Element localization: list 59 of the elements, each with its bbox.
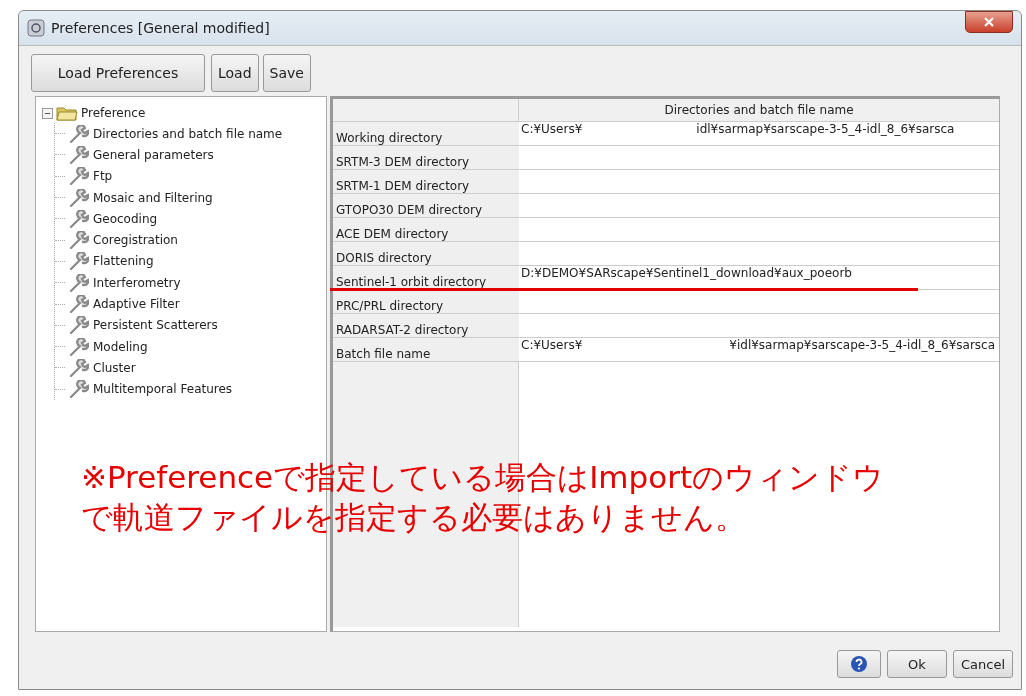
tree-item[interactable]: General parameters bbox=[93, 147, 214, 162]
wrench-icon bbox=[69, 231, 89, 250]
value-cell[interactable]: D:¥DEMO¥SARscape¥Sentinel1_download¥aux_poeorb bbox=[519, 266, 999, 290]
tree-item[interactable]: Multitemporal Features bbox=[93, 382, 233, 397]
wrench-icon bbox=[69, 337, 89, 356]
tree-item[interactable]: Flattening bbox=[93, 254, 154, 269]
window-title: Preferences [General modified] bbox=[51, 20, 270, 36]
row-label: SRTM-3 DEM directory bbox=[333, 146, 519, 170]
row-label: RADARSAT-2 directory bbox=[333, 314, 519, 338]
wrench-icon bbox=[69, 145, 89, 164]
cell-text: D:¥DEMO¥SARscape¥Sentinel1_download¥aux_poeorb bbox=[520, 266, 852, 280]
tree-item[interactable]: Coregistration bbox=[93, 233, 178, 248]
tree-item[interactable]: Mosaic and Filtering bbox=[93, 190, 213, 205]
cancel-button[interactable]: Cancel bbox=[953, 650, 1013, 678]
save-button[interactable]: Save bbox=[262, 54, 311, 92]
wrench-icon bbox=[69, 124, 89, 143]
wrench-icon bbox=[69, 188, 89, 207]
wrench-icon bbox=[69, 273, 89, 292]
help-icon bbox=[850, 655, 868, 673]
annotation-text: ※Preferenceで指定している場合はImportのウィンドウ bbox=[81, 458, 885, 497]
cell-text: ¥idl¥sarmap¥sarscape-3-5_4-idl_8_6¥sarsca bbox=[728, 338, 996, 352]
tree-item[interactable]: Interferometry bbox=[93, 275, 181, 290]
folder-icon bbox=[56, 105, 78, 121]
tree-item[interactable]: Directories and batch file name bbox=[93, 126, 283, 141]
row-label: ACE DEM directory bbox=[333, 218, 519, 242]
annotation-text: で軌道ファイルを指定する必要はありません。 bbox=[81, 498, 746, 537]
wrench-icon bbox=[69, 252, 89, 271]
app-icon bbox=[27, 19, 45, 37]
wrench-icon bbox=[69, 167, 89, 186]
help-button[interactable] bbox=[837, 650, 881, 678]
row-label: PRC/PRL directory bbox=[333, 290, 519, 314]
cell-text: idl¥sarmap¥sarscape-3-5_4-idl_8_6¥sarsca bbox=[695, 122, 955, 136]
tree-item[interactable]: Geocoding bbox=[93, 211, 158, 226]
wrench-icon bbox=[69, 209, 89, 228]
tree-item[interactable]: Persistent Scatterers bbox=[93, 318, 218, 333]
row-label: Sentinel-1 orbit directory bbox=[333, 266, 519, 290]
wrench-icon bbox=[69, 358, 89, 377]
row-label: DORIS directory bbox=[333, 242, 519, 266]
cell-text: C:¥Users¥ bbox=[520, 338, 583, 352]
row-label: GTOPO30 DEM directory bbox=[333, 194, 519, 218]
ok-button[interactable]: Ok bbox=[887, 650, 947, 678]
row-label: Batch file name bbox=[333, 338, 519, 362]
tree-item[interactable]: Cluster bbox=[93, 360, 136, 375]
column-header: Directories and batch file name bbox=[519, 99, 999, 122]
tree-item[interactable]: Adaptive Filter bbox=[93, 297, 180, 311]
close-button[interactable] bbox=[965, 11, 1013, 33]
cell-text: C:¥Users¥ bbox=[520, 122, 583, 136]
close-icon bbox=[983, 17, 995, 27]
load-button[interactable]: Load bbox=[211, 54, 259, 92]
load-preferences-button[interactable]: Load Preferences bbox=[31, 54, 205, 92]
row-label: Working directory bbox=[333, 122, 519, 146]
row-label: SRTM-1 DEM directory bbox=[333, 170, 519, 194]
tree-item[interactable]: Ftp bbox=[93, 169, 113, 184]
tree-root-label[interactable]: Preference bbox=[81, 106, 146, 120]
collapse-toggle[interactable] bbox=[42, 107, 53, 119]
wrench-icon bbox=[69, 316, 89, 335]
wrench-icon bbox=[69, 380, 89, 399]
wrench-icon bbox=[69, 295, 89, 313]
tree-item[interactable]: Modeling bbox=[93, 339, 148, 354]
